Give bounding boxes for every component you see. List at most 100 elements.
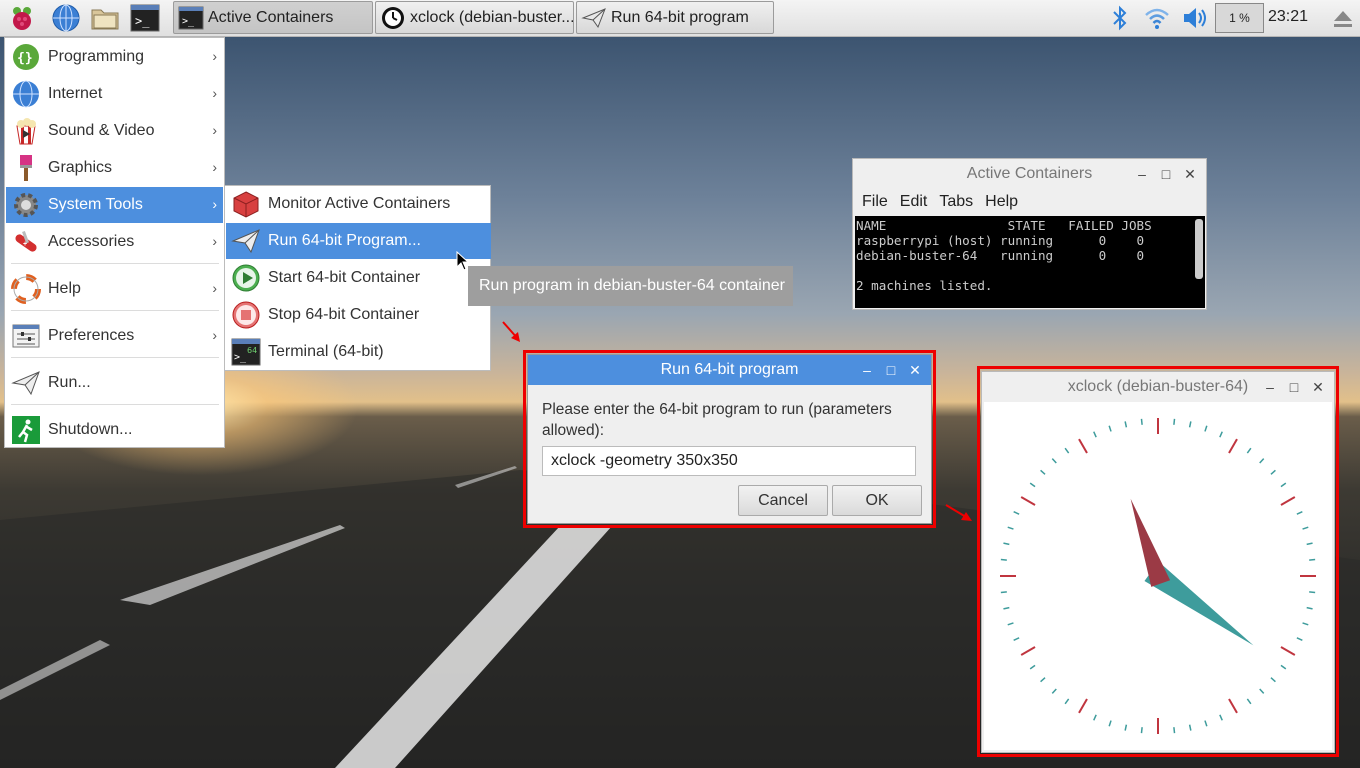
menu-tabs[interactable]: Tabs — [939, 189, 973, 215]
menu-item-preferences[interactable]: Preferences › — [6, 318, 223, 354]
clock-minute-tick — [1124, 421, 1128, 428]
ok-button[interactable]: OK — [832, 485, 922, 516]
clock-hour-hand — [1130, 498, 1171, 587]
minimize-icon[interactable]: – — [1132, 164, 1152, 184]
close-icon[interactable]: ✕ — [1308, 377, 1328, 397]
container-box-icon — [233, 191, 259, 218]
exit-running-man-icon — [12, 416, 40, 444]
clock-minute-tick — [1280, 664, 1287, 670]
svg-text:{}: {} — [17, 51, 33, 66]
wifi-icon[interactable] — [1142, 3, 1172, 33]
clock-minute-tick — [1040, 677, 1046, 683]
menu-item-internet[interactable]: Internet › — [6, 76, 223, 112]
window-titlebar[interactable]: xclock (debian-buster-64) – □ ✕ — [982, 372, 1334, 402]
main-menu: {} Programming › Internet › Sound & Vide… — [4, 37, 225, 448]
raspberry-menu-icon[interactable] — [7, 3, 37, 33]
menu-item-accessories[interactable]: + Accessories › — [6, 224, 223, 260]
menu-separator — [11, 263, 219, 264]
clock-minute-tick — [1093, 714, 1097, 721]
play-icon — [232, 264, 260, 292]
submenu-item-terminal-64bit[interactable]: >_ 64 Terminal (64-bit) — [226, 334, 491, 370]
menu-edit[interactable]: Edit — [900, 189, 928, 215]
menu-item-sound-video[interactable]: Sound & Video › — [6, 113, 223, 149]
clock-minute-tick — [1003, 606, 1010, 610]
menu-file[interactable]: File — [862, 189, 888, 215]
menu-item-system-tools[interactable]: System Tools › — [6, 187, 223, 223]
clock-minute-tick — [1064, 447, 1070, 454]
clock-hour-tick — [1020, 496, 1036, 506]
close-icon[interactable]: ✕ — [905, 360, 925, 380]
minimize-icon[interactable]: – — [857, 360, 877, 380]
clock-minute-tick — [1000, 558, 1007, 561]
clock-minute-tick — [1040, 469, 1046, 475]
clock-minute-tick — [1029, 482, 1036, 488]
window-titlebar[interactable]: Run 64-bit program – □ ✕ — [528, 355, 931, 385]
terminal-menubar: File Edit Tabs Help — [853, 189, 1206, 215]
clock-minute-tick — [1173, 418, 1176, 425]
clock-minute-tick — [1246, 447, 1252, 454]
volume-icon[interactable] — [1179, 3, 1209, 33]
popcorn-icon — [16, 118, 36, 145]
terminal-output[interactable]: NAME STATE FAILED JOBS raspberrypi (host… — [855, 216, 1205, 308]
cancel-button[interactable]: Cancel — [738, 485, 828, 516]
clock-hour-tick — [1020, 646, 1036, 656]
submenu-item-monitor-containers[interactable]: Monitor Active Containers — [226, 186, 491, 222]
menu-item-label: Stop 64-bit Container — [268, 306, 420, 323]
file-manager-icon[interactable] — [90, 3, 120, 33]
clock-minute-tick — [1246, 698, 1252, 705]
close-icon[interactable]: ✕ — [1180, 164, 1200, 184]
menu-item-label: Help — [48, 280, 81, 297]
clock-minute-tick — [1309, 558, 1316, 561]
maximize-icon[interactable]: □ — [1156, 164, 1176, 184]
task-active-containers[interactable]: >_ Active Containers — [173, 1, 373, 34]
paper-plane-icon — [581, 7, 606, 28]
window-titlebar[interactable]: Active Containers – □ ✕ — [853, 159, 1206, 189]
task-xclock[interactable]: xclock (debian-buster... — [375, 1, 574, 34]
submenu-item-start-container[interactable]: Start 64-bit Container — [226, 260, 491, 296]
menu-item-shutdown[interactable]: Shutdown... — [6, 412, 223, 448]
clock-minute-tick — [1124, 724, 1128, 731]
menu-item-graphics[interactable]: Graphics › — [6, 150, 223, 186]
web-browser-icon[interactable] — [51, 3, 81, 33]
clock-minute-tick — [1204, 720, 1208, 727]
submenu-item-stop-container[interactable]: Stop 64-bit Container — [226, 297, 491, 333]
menu-item-help[interactable]: Help › — [6, 271, 223, 307]
svg-text:+: + — [23, 241, 27, 248]
clock-hour-tick — [1280, 496, 1296, 506]
minimize-icon[interactable]: – — [1260, 377, 1280, 397]
submenu-item-run-64bit-program[interactable]: Run 64-bit Program... — [226, 223, 491, 259]
clock-hour-tick — [1078, 698, 1088, 714]
menu-item-label: System Tools — [48, 196, 143, 213]
bluetooth-icon[interactable] — [1105, 3, 1135, 33]
menu-item-programming[interactable]: {} Programming › — [6, 39, 223, 75]
clock-minute-tick — [1302, 526, 1309, 530]
cpu-usage-monitor[interactable]: 1 % — [1215, 3, 1264, 33]
maximize-icon[interactable]: □ — [881, 360, 901, 380]
clock-minute-tick — [1140, 418, 1143, 425]
programming-icon: {} — [13, 44, 39, 70]
terminal-launcher-icon[interactable]: >_ — [130, 3, 160, 33]
clock-minute-tick — [1013, 511, 1020, 515]
menu-item-label: Graphics — [48, 159, 113, 176]
clock-minute-tick — [1259, 688, 1265, 694]
clock-minute-tick — [1140, 727, 1143, 734]
paper-plane-icon — [231, 229, 260, 254]
task-run-64bit-program[interactable]: Run 64-bit program — [576, 1, 774, 34]
window-title: xclock (debian-buster-64) — [1067, 378, 1249, 395]
maximize-icon[interactable]: □ — [1284, 377, 1304, 397]
chevron-right-icon: › — [212, 48, 217, 64]
taskbar: >_ >_ Active Containers xclock (debian-b… — [0, 0, 1360, 37]
chevron-right-icon: › — [212, 233, 217, 249]
clock-minute-tick — [1108, 425, 1112, 432]
svg-text:64: 64 — [247, 346, 257, 355]
gear-icon — [14, 193, 38, 217]
program-command-input[interactable]: xclock -geometry 350x350 — [542, 446, 916, 476]
clock-minute-tick — [1270, 469, 1276, 475]
eject-icon[interactable] — [1328, 3, 1358, 33]
taskbar-clock[interactable]: 23:21 — [1268, 8, 1308, 26]
menu-help[interactable]: Help — [985, 189, 1018, 215]
menu-item-run[interactable]: Run... — [6, 365, 223, 401]
annotation-arrow — [945, 504, 972, 521]
terminal-scrollbar[interactable] — [1195, 219, 1203, 279]
menu-separator — [11, 357, 219, 358]
